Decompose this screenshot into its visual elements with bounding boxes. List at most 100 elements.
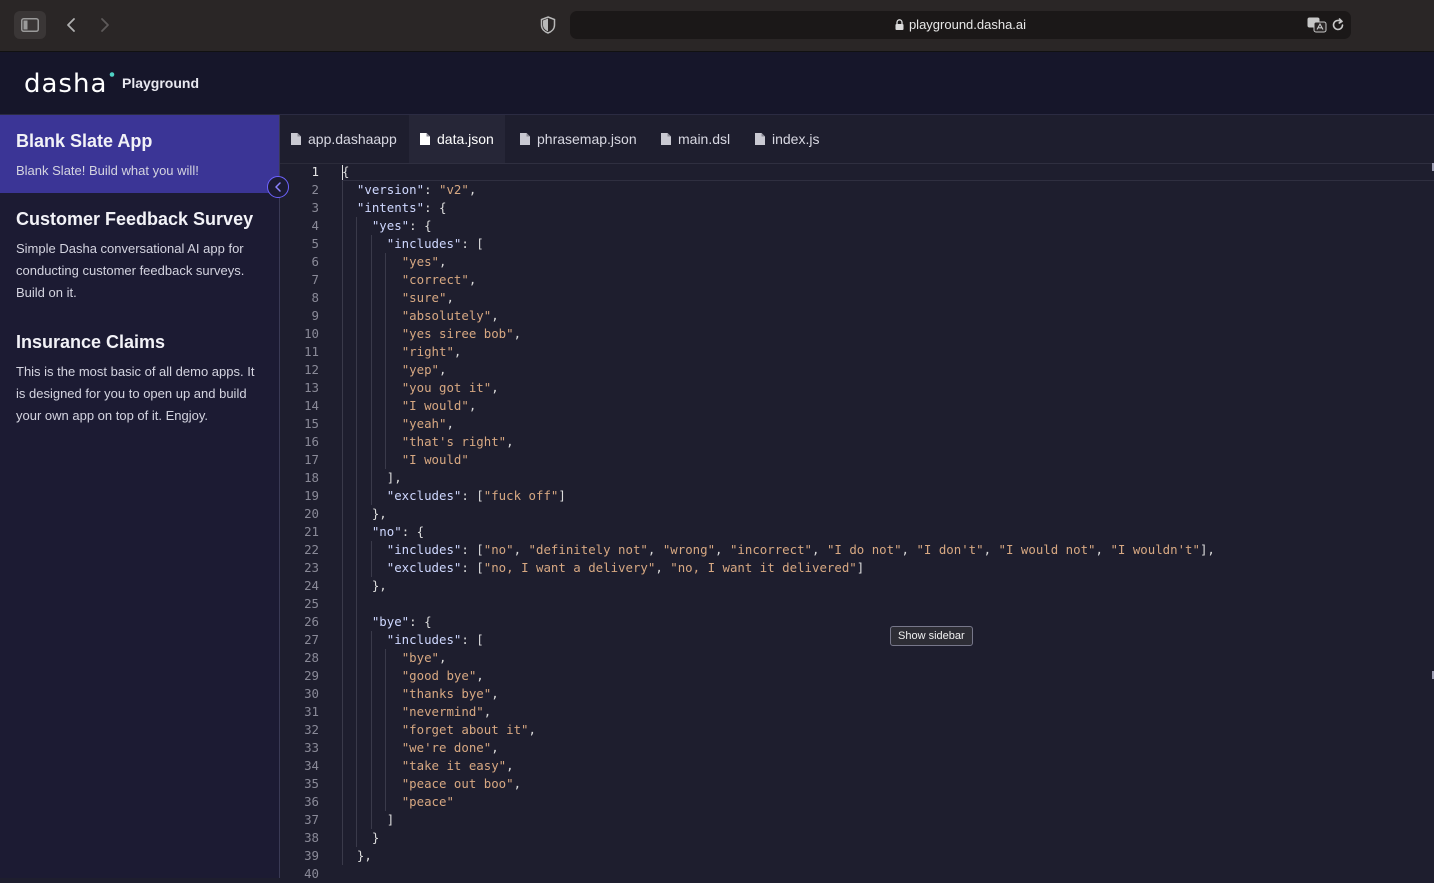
- tab-app-dashaapp[interactable]: app.dashaapp: [280, 115, 408, 163]
- code-line: "peace": [401, 794, 454, 809]
- line-number: 9: [311, 308, 319, 323]
- code-line: "includes": [: [386, 236, 484, 251]
- line-number: 18: [304, 470, 319, 485]
- code-line: "thanks bye",: [401, 686, 499, 701]
- file-icon: [420, 133, 430, 145]
- line-number: 5: [311, 236, 319, 251]
- code-line: ],: [342, 470, 402, 485]
- code-line: "sure",: [401, 290, 454, 305]
- line-number: 30: [304, 686, 319, 701]
- app-card-description: This is the most basic of all demo apps.…: [16, 364, 255, 423]
- code-line: "yes siree bob",: [401, 326, 522, 341]
- line-number: 4: [311, 218, 319, 233]
- tab-label: app.dashaapp: [308, 131, 397, 147]
- code-line: },: [342, 848, 372, 863]
- address-bar[interactable]: playground.dasha.ai: [570, 11, 1351, 39]
- code-line: "forget about it",: [401, 722, 536, 737]
- app-card-customer-feedback[interactable]: Customer Feedback Survey Simple Dasha co…: [0, 193, 279, 316]
- tab-data-json[interactable]: data.json: [409, 115, 505, 163]
- tab-label: phrasemap.json: [537, 131, 637, 147]
- sidebar-toggle-icon[interactable]: [14, 11, 46, 39]
- code-line: "yeah",: [401, 416, 454, 431]
- file-icon: [520, 133, 530, 145]
- code-line: }: [342, 830, 380, 845]
- app-header: dasha Playground: [0, 52, 1434, 115]
- line-number: 11: [304, 344, 319, 359]
- line-number: 31: [304, 704, 319, 719]
- line-number: 36: [304, 794, 319, 809]
- code-line: "includes": [: [386, 632, 484, 647]
- line-number: 13: [304, 380, 319, 395]
- lock-icon: [895, 19, 904, 30]
- forward-arrow-icon[interactable]: [94, 11, 116, 39]
- line-number: 1: [311, 164, 319, 179]
- code-line: "bye": {: [371, 614, 432, 629]
- tab-phrasemap-json[interactable]: phrasemap.json: [509, 115, 648, 163]
- tab-main-dsl[interactable]: main.dsl: [650, 115, 741, 163]
- line-number: 3: [311, 200, 319, 215]
- app-card-description: Simple Dasha conversational AI app for c…: [16, 241, 245, 300]
- code-line: },: [342, 506, 387, 521]
- code-line: "no": {: [371, 524, 425, 539]
- code-line: "I would",: [401, 398, 477, 413]
- app-card-title: Insurance Claims: [16, 332, 166, 352]
- tab-label: index.js: [772, 131, 820, 147]
- dasha-logo[interactable]: dasha: [24, 71, 116, 97]
- code-line: "that's right",: [401, 434, 514, 449]
- file-icon: [661, 133, 671, 145]
- line-number: 24: [304, 578, 319, 593]
- line-number: 32: [304, 722, 319, 737]
- code-line: "excludes": ["no, I want a delivery", "n…: [386, 560, 865, 575]
- line-number: 37: [304, 812, 319, 827]
- file-icon: [291, 133, 301, 145]
- code-line: "take it easy",: [401, 758, 514, 773]
- app-card-blank-slate[interactable]: Blank Slate App Blank Slate! Build what …: [0, 115, 279, 193]
- line-number: 25: [304, 596, 319, 611]
- line-number: 40: [304, 866, 319, 881]
- code-line: "yes",: [401, 254, 447, 269]
- code-line: "intents": {: [356, 200, 447, 215]
- tab-label: data.json: [437, 131, 494, 147]
- line-number: 7: [311, 272, 319, 287]
- line-number: 28: [304, 650, 319, 665]
- app-card-title: Blank Slate App: [16, 131, 153, 151]
- url-value: playground.dasha.ai: [908, 17, 1027, 32]
- code-line: "good bye",: [401, 668, 484, 683]
- reload-icon[interactable]: [1331, 18, 1345, 32]
- code-line: {: [342, 164, 350, 179]
- tab-index-js[interactable]: index.js: [744, 115, 830, 163]
- show-sidebar-tooltip: Show sidebar: [890, 626, 973, 646]
- code-lines: { "version": "v2", "intents": { "yes": {…: [342, 163, 1215, 883]
- app-sidebar: Blank Slate App Blank Slate! Build what …: [0, 115, 280, 878]
- line-number: 21: [304, 524, 319, 539]
- product-name: Playground: [122, 75, 200, 91]
- code-line: "nevermind",: [401, 704, 492, 719]
- text-cursor: [342, 165, 343, 180]
- line-number: 12: [304, 362, 319, 377]
- back-arrow-icon[interactable]: [60, 11, 82, 39]
- line-number: 10: [304, 326, 319, 341]
- line-number: 38: [304, 830, 319, 845]
- logo-text: dasha: [24, 71, 107, 97]
- file-tab-bar: app.dashaapp data.json phrasemap.json ma…: [280, 115, 1434, 164]
- line-number: 17: [304, 452, 319, 467]
- line-number: 33: [304, 740, 319, 755]
- code-editor[interactable]: 1 2 3 4 5 6 7 8 9 10 11 12 13 14 15 16 17 18 19 20 21 22 23 24 2…: [280, 163, 1434, 881]
- shield-icon[interactable]: [536, 11, 560, 39]
- code-line: "peace out boo",: [401, 776, 522, 791]
- translate-icon[interactable]: [1307, 17, 1327, 33]
- app-card-description: Blank Slate! Build what you will!: [16, 163, 199, 178]
- tab-label: main.dsl: [678, 131, 731, 147]
- line-number: 14: [304, 398, 319, 413]
- url-text: playground.dasha.ai: [570, 11, 1351, 39]
- code-line: "absolutely",: [401, 308, 499, 323]
- code-line: "right",: [401, 344, 462, 359]
- line-number: 6: [311, 254, 319, 269]
- code-line: },: [342, 578, 387, 593]
- code-line: "we're done",: [401, 740, 499, 755]
- line-number: 29: [304, 668, 319, 683]
- app-card-insurance-claims[interactable]: Insurance Claims This is the most basic …: [0, 316, 279, 439]
- line-number: 16: [304, 434, 319, 449]
- line-number-gutter: 1 2 3 4 5 6 7 8 9 10 11 12 13 14 15 16 17 18 19 20 21 22 23 24 2…: [280, 163, 334, 883]
